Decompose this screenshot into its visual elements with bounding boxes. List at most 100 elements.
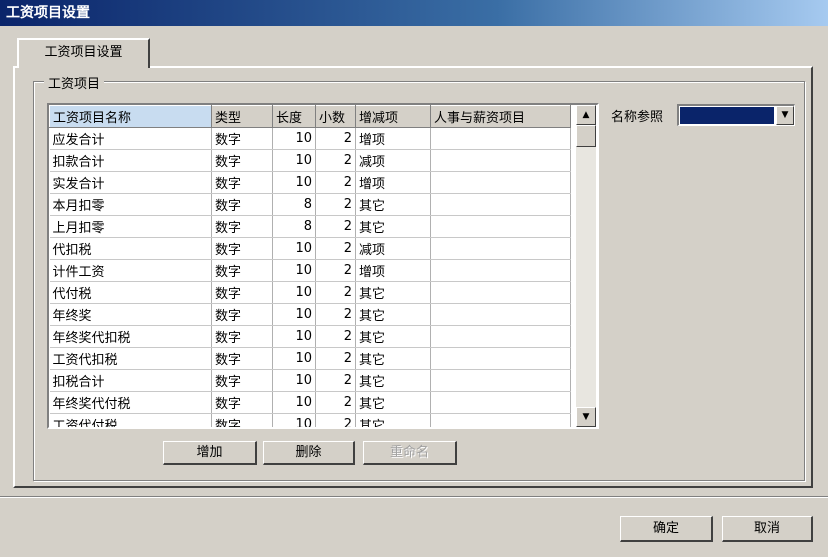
scroll-thumb[interactable] (576, 125, 596, 147)
cell-name[interactable]: 上月扣零 (49, 215, 212, 238)
cell-hr-item[interactable] (430, 193, 571, 216)
rename-button[interactable]: 重命名 (363, 441, 457, 465)
cell-decimals[interactable]: 2 (315, 149, 356, 172)
cell-length[interactable]: 10 (272, 303, 316, 326)
cell-inc-dec[interactable]: 其它 (355, 281, 431, 304)
cell-type[interactable]: 数字 (211, 325, 273, 348)
cell-decimals[interactable]: 2 (315, 193, 356, 216)
cell-inc-dec[interactable]: 增项 (355, 127, 431, 150)
window-title-bar[interactable]: 工资项目设置 (0, 0, 828, 26)
cell-hr-item[interactable] (430, 215, 571, 238)
table-row[interactable]: 代扣税 数字 10 2 减项 (49, 237, 571, 260)
cell-name[interactable]: 本月扣零 (49, 193, 212, 216)
column-header-decimals[interactable]: 小数 (315, 105, 356, 128)
cell-length[interactable]: 10 (272, 413, 316, 427)
cell-inc-dec[interactable]: 增项 (355, 259, 431, 282)
cell-name[interactable]: 实发合计 (49, 171, 212, 194)
table-row[interactable]: 年终奖代付税 数字 10 2 其它 (49, 391, 571, 414)
cell-type[interactable]: 数字 (211, 303, 273, 326)
cell-name[interactable]: 应发合计 (49, 127, 212, 150)
cell-length[interactable]: 10 (272, 127, 316, 150)
cell-length[interactable]: 10 (272, 237, 316, 260)
column-header-name[interactable]: 工资项目名称 (49, 105, 212, 128)
cell-inc-dec[interactable]: 其它 (355, 193, 431, 216)
table-row[interactable]: 本月扣零 数字 8 2 其它 (49, 193, 571, 216)
cell-length[interactable]: 10 (272, 347, 316, 370)
table-row[interactable]: 年终奖 数字 10 2 其它 (49, 303, 571, 326)
cell-hr-item[interactable] (430, 347, 571, 370)
cell-inc-dec[interactable]: 减项 (355, 149, 431, 172)
ok-button[interactable]: 确定 (620, 516, 713, 542)
table-row[interactable]: 工资代付税 数字 10 2 其它 (49, 413, 571, 427)
scroll-up-button[interactable]: ▲ (576, 105, 596, 125)
cell-length[interactable]: 10 (272, 391, 316, 414)
table-row[interactable]: 扣税合计 数字 10 2 其它 (49, 369, 571, 392)
cell-name[interactable]: 代付税 (49, 281, 212, 304)
cell-decimals[interactable]: 2 (315, 325, 356, 348)
cell-type[interactable]: 数字 (211, 413, 273, 427)
cell-decimals[interactable]: 2 (315, 215, 356, 238)
table-row[interactable]: 上月扣零 数字 8 2 其它 (49, 215, 571, 238)
cell-type[interactable]: 数字 (211, 391, 273, 414)
cell-inc-dec[interactable]: 其它 (355, 303, 431, 326)
table-row[interactable]: 年终奖代扣税 数字 10 2 其它 (49, 325, 571, 348)
cell-type[interactable]: 数字 (211, 127, 273, 150)
cell-inc-dec[interactable]: 其它 (355, 391, 431, 414)
cell-hr-item[interactable] (430, 303, 571, 326)
cell-inc-dec[interactable]: 其它 (355, 325, 431, 348)
cell-length[interactable]: 10 (272, 325, 316, 348)
table-row[interactable]: 应发合计 数字 10 2 增项 (49, 127, 571, 150)
cell-decimals[interactable]: 2 (315, 259, 356, 282)
cell-type[interactable]: 数字 (211, 149, 273, 172)
cell-inc-dec[interactable]: 其它 (355, 215, 431, 238)
cell-name[interactable]: 工资代付税 (49, 413, 212, 427)
cell-type[interactable]: 数字 (211, 237, 273, 260)
cell-length[interactable]: 10 (272, 149, 316, 172)
cell-hr-item[interactable] (430, 127, 571, 150)
tab-salary-items[interactable]: 工资项目设置 (17, 38, 150, 68)
cell-name[interactable]: 工资代扣税 (49, 347, 212, 370)
grid-vertical-scrollbar[interactable]: ▲ ▼ (576, 105, 596, 427)
cell-hr-item[interactable] (430, 391, 571, 414)
column-header-inc-dec[interactable]: 增减项 (355, 105, 431, 128)
column-header-type[interactable]: 类型 (211, 105, 273, 128)
cell-inc-dec[interactable]: 增项 (355, 171, 431, 194)
table-row[interactable]: 工资代扣税 数字 10 2 其它 (49, 347, 571, 370)
cell-decimals[interactable]: 2 (315, 391, 356, 414)
cell-type[interactable]: 数字 (211, 193, 273, 216)
table-row[interactable]: 实发合计 数字 10 2 增项 (49, 171, 571, 194)
cell-decimals[interactable]: 2 (315, 369, 356, 392)
table-row[interactable]: 代付税 数字 10 2 其它 (49, 281, 571, 304)
add-button[interactable]: 增加 (163, 441, 257, 465)
cell-hr-item[interactable] (430, 325, 571, 348)
cell-hr-item[interactable] (430, 281, 571, 304)
cell-hr-item[interactable] (430, 237, 571, 260)
cell-name[interactable]: 扣税合计 (49, 369, 212, 392)
cell-type[interactable]: 数字 (211, 259, 273, 282)
cell-hr-item[interactable] (430, 369, 571, 392)
cell-type[interactable]: 数字 (211, 369, 273, 392)
cell-inc-dec[interactable]: 减项 (355, 237, 431, 260)
cell-type[interactable]: 数字 (211, 347, 273, 370)
cell-length[interactable]: 8 (272, 193, 316, 216)
cell-length[interactable]: 8 (272, 215, 316, 238)
column-header-hr-item[interactable]: 人事与薪资项目 (430, 105, 571, 128)
cell-length[interactable]: 10 (272, 259, 316, 282)
cell-inc-dec[interactable]: 其它 (355, 347, 431, 370)
cell-name[interactable]: 代扣税 (49, 237, 212, 260)
salary-items-grid[interactable]: 工资项目名称 类型 长度 小数 增减项 人事与薪资项目 应发合计 数字 10 2 增项扣… (47, 103, 599, 429)
combo-dropdown-button[interactable]: ▼ (776, 106, 794, 125)
cell-decimals[interactable]: 2 (315, 281, 356, 304)
cell-name[interactable]: 扣款合计 (49, 149, 212, 172)
cell-type[interactable]: 数字 (211, 215, 273, 238)
cell-type[interactable]: 数字 (211, 171, 273, 194)
cell-type[interactable]: 数字 (211, 281, 273, 304)
cell-decimals[interactable]: 2 (315, 303, 356, 326)
cell-name[interactable]: 年终奖代付税 (49, 391, 212, 414)
cell-inc-dec[interactable]: 其它 (355, 369, 431, 392)
cell-length[interactable]: 10 (272, 369, 316, 392)
cancel-button[interactable]: 取消 (722, 516, 813, 542)
cell-hr-item[interactable] (430, 259, 571, 282)
cell-decimals[interactable]: 2 (315, 171, 356, 194)
cell-decimals[interactable]: 2 (315, 237, 356, 260)
